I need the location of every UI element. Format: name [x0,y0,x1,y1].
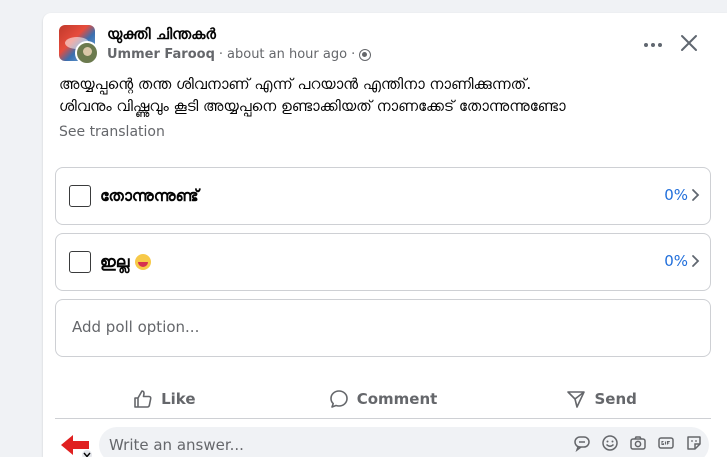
sticker-icon[interactable] [685,434,703,452]
emoji-icon[interactable] [601,434,619,452]
answer-box[interactable] [99,427,709,457]
poll-option[interactable]: തോന്നുന്നുണ്ട് 0% [55,167,711,225]
more-options-button[interactable] [640,35,666,55]
more-options-icon [644,43,648,47]
comment-button[interactable]: Comment [274,383,493,418]
poll-option-checkbox[interactable] [69,185,91,207]
poll-option-percent[interactable]: 0% [664,252,700,270]
meta-separator-2: · [351,47,356,62]
answer-input[interactable] [109,436,529,454]
post-timestamp[interactable]: about an hour ago [227,47,347,62]
post-text-line-1: അയ്യപ്പന്റെ തന്ത ശിവനാണ് എന്ന് പറയാൻ എന്… [59,75,532,93]
user-avatar[interactable] [75,41,99,65]
send-icon [567,390,586,408]
poll-option-label: ഇല്ല [100,252,152,272]
see-translation-link[interactable]: See translation [59,124,165,140]
chat-bubble-icon[interactable] [573,434,591,452]
close-button[interactable] [677,31,701,55]
chevron-right-icon [692,255,700,267]
poll-option-label: തോന്നുന്നുണ്ട് [100,186,199,205]
post-text: അയ്യപ്പന്റെ തന്ത ശിവനാണ് എന്ന് പറയാൻ എന്… [59,73,719,117]
post-actions: Like Comment Send [55,383,711,419]
post-meta: Ummer Farooq · about an hour ago · [107,47,372,62]
poll-option-checkbox[interactable] [69,251,91,273]
add-poll-option[interactable] [55,299,711,357]
author-name-link[interactable]: Ummer Farooq [107,47,215,62]
camera-icon[interactable] [629,434,647,452]
globe-icon [359,48,372,61]
post-text-line-2: ശിവനും വിഷ്ണുവും കൂടി അയ്യപ്പനെ ഉണ്ടാക്ക… [59,97,566,115]
chevron-right-icon [692,189,700,201]
post-card: യുക്തി ചിന്തകർ Ummer Farooq · about an h… [43,13,727,457]
send-button[interactable]: Send [492,383,711,418]
group-avatar[interactable] [59,25,99,65]
gif-icon[interactable] [657,434,675,452]
like-button[interactable]: Like [55,383,274,418]
close-icon [681,35,697,51]
answer-icons [573,434,703,452]
meta-separator: · [218,47,224,62]
poll-option-percent[interactable]: 0% [664,186,700,204]
group-name-link[interactable]: യുക്തി ചിന്തകർ [107,25,216,43]
answer-row [59,427,719,457]
comment-icon [329,389,348,408]
laughing-emoji-icon [135,254,152,270]
chevron-down-icon[interactable] [81,449,93,457]
like-icon [134,389,152,408]
poll-option[interactable]: ഇല്ല 0% [55,233,711,291]
add-poll-option-input[interactable] [72,318,672,336]
